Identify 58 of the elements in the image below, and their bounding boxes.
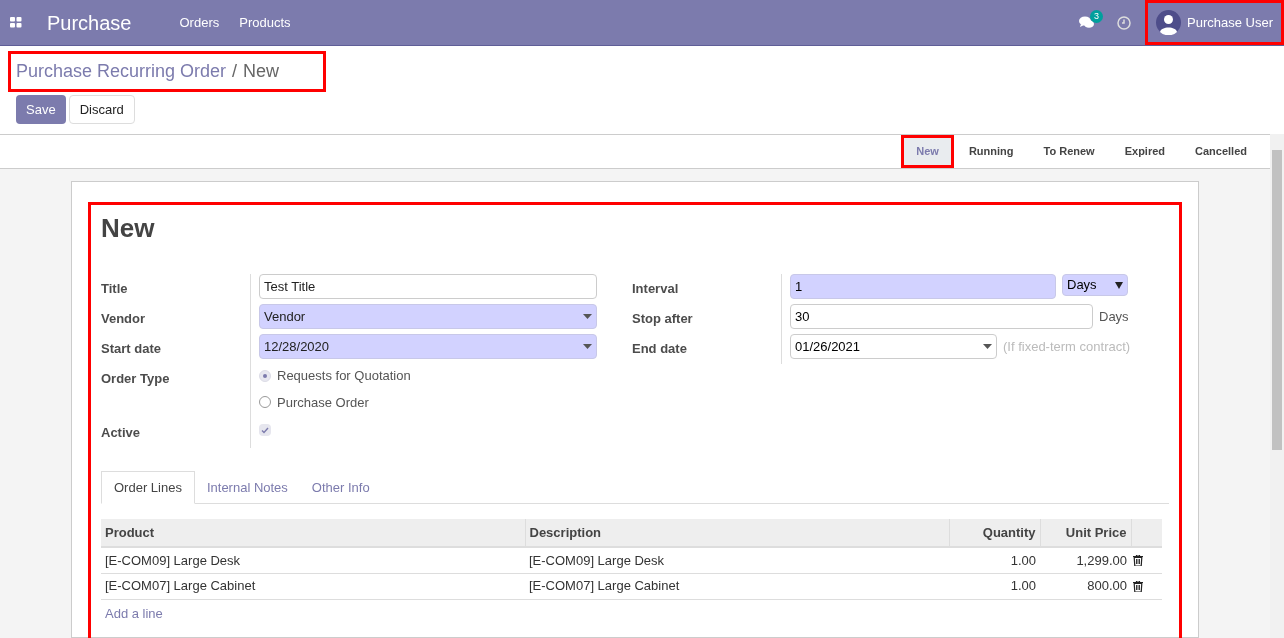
- breadcrumb-separator: /: [232, 60, 238, 83]
- record-title: New: [101, 212, 156, 245]
- date-field[interactable]: 01/26/2021: [790, 334, 997, 359]
- trash-icon[interactable]: [1133, 554, 1143, 566]
- apps-grid-icon[interactable]: [10, 17, 22, 28]
- field-label: Interval: [632, 281, 679, 296]
- app-title: Purchase: [47, 10, 132, 36]
- input-field[interactable]: 1: [790, 274, 1056, 299]
- table-cell: [E-COM09] Large Desk: [101, 547, 525, 573]
- field-label: Active: [101, 425, 141, 440]
- nav-menu-item[interactable]: Orders: [179, 12, 220, 33]
- discard-button[interactable]: Discard: [68, 95, 135, 124]
- unit-dropdown[interactable]: Days: [1062, 274, 1128, 296]
- field-label: Vendor: [101, 311, 146, 326]
- form-tab[interactable]: Other Info: [299, 471, 382, 504]
- dropdown-field[interactable]: 12/28/2020: [259, 334, 597, 359]
- unit-label: Days: [1099, 307, 1129, 326]
- table-cell: 1.00: [949, 547, 1040, 573]
- form-tab[interactable]: Order Lines: [101, 471, 195, 504]
- column-header[interactable]: Quantity: [949, 519, 1040, 547]
- checkbox[interactable]: [259, 424, 271, 436]
- input-field[interactable]: 30: [790, 304, 1093, 329]
- field-label: Order Type: [101, 371, 170, 386]
- column-header[interactable]: Product: [101, 519, 525, 547]
- dropdown-field[interactable]: Vendor: [259, 304, 597, 329]
- radio-label: Purchase Order: [277, 393, 369, 412]
- table-cell: 800.00: [1040, 573, 1131, 599]
- add-line-link[interactable]: Add a line: [105, 603, 163, 623]
- table-cell: [E-COM09] Large Desk: [525, 547, 949, 573]
- table-cell: [E-COM07] Large Cabinet: [525, 573, 949, 599]
- message-count-badge: 3: [1090, 10, 1104, 23]
- column-header[interactable]: Description: [525, 519, 949, 547]
- breadcrumb-current: New: [243, 60, 280, 83]
- table-cell: 1.00: [949, 573, 1040, 599]
- form-tab[interactable]: Internal Notes: [194, 471, 300, 504]
- user-menu[interactable]: Purchase User: [1145, 0, 1284, 45]
- field-label: Stop after: [632, 311, 693, 326]
- radio-label: Requests for Quotation: [277, 367, 411, 385]
- save-button[interactable]: Save: [16, 95, 66, 124]
- table-cell: [E-COM07] Large Cabinet: [101, 573, 525, 599]
- breadcrumb-link[interactable]: Purchase Recurring Order: [16, 58, 227, 85]
- trash-icon[interactable]: [1133, 580, 1143, 592]
- field-label: Start date: [101, 341, 161, 356]
- table-cell: 1,299.00: [1040, 547, 1131, 573]
- radio-button[interactable]: [259, 396, 271, 409]
- chat-bubbles-icon[interactable]: [1079, 16, 1095, 29]
- clock-icon[interactable]: [1117, 15, 1131, 30]
- hint-text: (If fixed-term contract): [1003, 337, 1131, 356]
- user-avatar-icon: [1156, 10, 1181, 35]
- column-header[interactable]: Unit Price: [1040, 519, 1131, 547]
- caret-icon: [983, 344, 992, 349]
- caret-icon: [583, 314, 592, 319]
- nav-menu-item[interactable]: Products: [239, 12, 291, 33]
- caret-icon: [1115, 281, 1123, 289]
- field-label: End date: [632, 341, 687, 356]
- caret-icon: [583, 344, 592, 349]
- field-label: Title: [101, 281, 128, 296]
- input-field[interactable]: Test Title: [259, 274, 597, 299]
